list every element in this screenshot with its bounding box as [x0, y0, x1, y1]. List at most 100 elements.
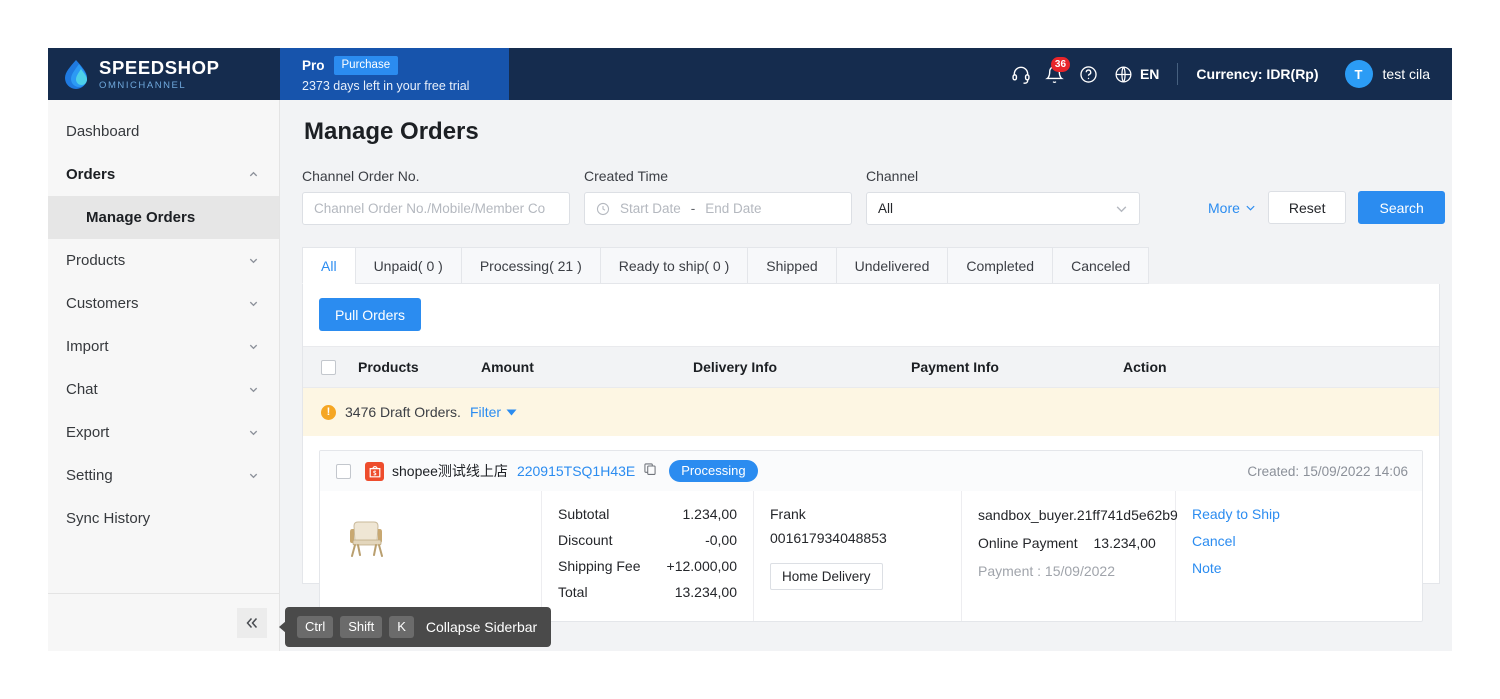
- avatar: T: [1345, 60, 1373, 88]
- order-status-badge: Processing: [669, 460, 757, 482]
- key-shift: Shift: [340, 616, 382, 638]
- sidebar-item-label: Export: [66, 424, 109, 441]
- amount-value: 1.234,00: [683, 506, 738, 522]
- tab-all[interactable]: All: [302, 247, 355, 284]
- amount-value: +12.000,00: [667, 558, 737, 574]
- chevron-down-icon: [1245, 202, 1256, 213]
- order-id[interactable]: 220915TSQ1H43E: [517, 463, 635, 479]
- order-no-input[interactable]: Channel Order No./Mobile/Member Co: [302, 192, 570, 225]
- sidebar-item-chat[interactable]: Chat: [48, 368, 279, 411]
- payment-method-row: Online Payment 13.234,00: [978, 534, 1159, 553]
- order-card: shopee测试线上店 220915TSQ1H43E Processing Cr…: [319, 450, 1423, 622]
- action-cancel[interactable]: Cancel: [1192, 533, 1406, 549]
- support-button[interactable]: [1004, 57, 1038, 91]
- sidebar-item-sync-history[interactable]: Sync History: [48, 497, 279, 540]
- sidebar-item-dashboard[interactable]: Dashboard: [48, 110, 279, 153]
- amount-row: Shipping Fee +12.000,00: [558, 558, 737, 574]
- select-all-checkbox[interactable]: [321, 360, 336, 375]
- order-delivery-cell: Frank 001617934048853 Home Delivery: [754, 491, 962, 621]
- draft-filter-link[interactable]: Filter: [470, 404, 517, 420]
- created-time-range-input[interactable]: Start Date - End Date: [584, 192, 852, 225]
- column-action: Action: [1123, 359, 1167, 375]
- sidebar-nav: Dashboard Orders Manage Orders Products …: [48, 100, 279, 593]
- copy-icon[interactable]: [643, 462, 657, 481]
- purchase-button[interactable]: Purchase: [334, 56, 399, 75]
- channel-selected-value: All: [878, 201, 893, 216]
- tab-ready-to-ship[interactable]: Ready to ship( 0 ): [600, 247, 748, 284]
- order-select-checkbox[interactable]: [336, 464, 351, 479]
- tab-shipped[interactable]: Shipped: [747, 247, 835, 284]
- sidebar-item-export[interactable]: Export: [48, 411, 279, 454]
- action-note[interactable]: Note: [1192, 560, 1406, 576]
- filter-label: Channel Order No.: [302, 168, 570, 184]
- pull-orders-button[interactable]: Pull Orders: [319, 298, 421, 331]
- sidebar-item-manage-orders[interactable]: Manage Orders: [48, 196, 279, 239]
- tooltip-text: Collapse Siderbar: [426, 619, 537, 635]
- application-window: SPEEDSHOP OMNICHANNEL Pro Purchase 2373 …: [48, 48, 1452, 651]
- amount-value: -0,00: [705, 532, 737, 548]
- double-chevron-left-icon: [244, 615, 260, 631]
- language-selector[interactable]: EN: [1114, 65, 1159, 84]
- payment-amount: 13.234,00: [1094, 535, 1156, 551]
- column-amount: Amount: [481, 359, 693, 375]
- notifications-button[interactable]: 36: [1038, 57, 1072, 91]
- reset-button[interactable]: Reset: [1268, 191, 1347, 224]
- globe-icon: [1114, 65, 1133, 84]
- tab-completed[interactable]: Completed: [947, 247, 1052, 284]
- main-content: Manage Orders Channel Order No. Channel …: [280, 100, 1452, 651]
- sidebar-item-customers[interactable]: Customers: [48, 282, 279, 325]
- sidebar-item-products[interactable]: Products: [48, 239, 279, 282]
- tab-canceled[interactable]: Canceled: [1052, 247, 1149, 284]
- sidebar-item-orders[interactable]: Orders: [48, 153, 279, 196]
- currency-selector[interactable]: Currency: IDR(Rp): [1196, 66, 1318, 82]
- user-menu[interactable]: T test cila: [1345, 60, 1430, 88]
- draft-orders-text: 3476 Draft Orders.: [345, 404, 461, 420]
- chevron-down-icon: [1115, 202, 1128, 215]
- filter-label: Filter: [470, 404, 501, 420]
- amount-label: Discount: [558, 532, 612, 548]
- orders-toolbar: Pull Orders: [303, 284, 1439, 346]
- sidebar-item-import[interactable]: Import: [48, 325, 279, 368]
- end-date-placeholder: End Date: [705, 201, 761, 216]
- amount-label: Shipping Fee: [558, 558, 641, 574]
- brand-logo-area[interactable]: SPEEDSHOP OMNICHANNEL: [48, 48, 280, 100]
- tab-processing[interactable]: Processing( 21 ): [461, 247, 600, 284]
- order-created-time: Created: 15/09/2022 14:06: [1247, 464, 1408, 479]
- draft-orders-alert: ! 3476 Draft Orders. Filter: [303, 388, 1439, 436]
- sidebar-footer: [48, 593, 279, 651]
- armchair-thumbnail[interactable]: [336, 506, 398, 568]
- help-button[interactable]: [1072, 57, 1106, 91]
- amount-value: 13.234,00: [675, 584, 737, 600]
- filter-bar: Channel Order No. Channel Order No./Mobi…: [302, 168, 1440, 225]
- more-filters-toggle[interactable]: More: [1208, 200, 1256, 216]
- order-payment-cell: sandbox_buyer.21ff741d5e62b9 Online Paym…: [962, 491, 1176, 621]
- collapse-sidebar-tooltip: Ctrl Shift K Collapse Siderbar: [285, 607, 551, 647]
- amount-row: Discount -0,00: [558, 532, 737, 548]
- clock-icon: [596, 202, 610, 216]
- amount-label: Total: [558, 584, 588, 600]
- channel-select[interactable]: All: [866, 192, 1140, 225]
- brand-subtitle: OMNICHANNEL: [99, 81, 220, 91]
- action-ready-to-ship[interactable]: Ready to Ship: [1192, 506, 1406, 522]
- order-header: shopee测试线上店 220915TSQ1H43E Processing Cr…: [320, 451, 1422, 491]
- filter-order-no: Channel Order No. Channel Order No./Mobi…: [302, 168, 570, 225]
- sidebar-item-label: Sync History: [66, 510, 150, 527]
- sidebar-item-label: Customers: [66, 295, 139, 312]
- chevron-up-icon: [248, 169, 259, 180]
- tab-undelivered[interactable]: Undelivered: [836, 247, 948, 284]
- chevron-down-icon: [248, 255, 259, 266]
- amount-label: Subtotal: [558, 506, 609, 522]
- armchair-image: [336, 506, 398, 568]
- sidebar-item-setting[interactable]: Setting: [48, 454, 279, 497]
- amount-row: Total 13.234,00: [558, 584, 737, 600]
- sidebar-item-label: Orders: [66, 166, 115, 183]
- header-divider: [1177, 63, 1178, 85]
- user-name: test cila: [1383, 66, 1430, 82]
- amount-row: Subtotal 1.234,00: [558, 506, 737, 522]
- search-button[interactable]: Search: [1358, 191, 1444, 224]
- collapse-sidebar-button[interactable]: [237, 608, 267, 638]
- column-products: Products: [336, 359, 481, 375]
- headset-icon: [1011, 64, 1031, 84]
- tab-unpaid[interactable]: Unpaid( 0 ): [355, 247, 461, 284]
- chevron-down-icon: [248, 470, 259, 481]
